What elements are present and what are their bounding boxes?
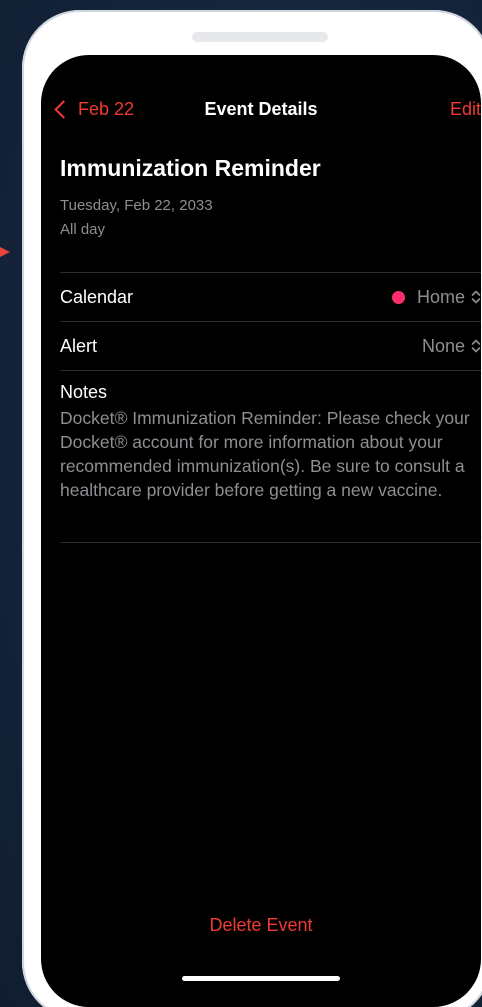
phone-frame: Feb 22 Event Details Edit Immunization R… — [22, 10, 482, 1007]
arrow-right-icon — [0, 244, 10, 260]
alert-value: None — [421, 335, 465, 356]
alert-label: Alert — [60, 335, 98, 356]
calendar-label: Calendar — [60, 286, 134, 307]
delete-event-button[interactable]: Delete Event — [41, 915, 481, 936]
calendar-row[interactable]: Calendar Home — [60, 273, 481, 321]
alert-selector[interactable]: None — [422, 336, 481, 357]
alert-row[interactable]: Alert None — [60, 322, 481, 370]
chevron-up-down-icon — [471, 339, 481, 353]
navigation-bar: Feb 22 Event Details Edit — [41, 55, 481, 165]
chevron-up-down-icon — [471, 290, 481, 304]
event-date: Tuesday, Feb 22, 2033 — [60, 197, 213, 214]
phone-speaker — [192, 32, 328, 42]
notes-label: Notes — [60, 382, 108, 402]
page-background: Feb 22 Event Details Edit Immunization R… — [0, 0, 482, 1007]
edit-button[interactable]: Edit — [450, 99, 481, 120]
calendar-selector[interactable]: Home — [391, 286, 481, 308]
event-title: Immunization Reminder — [60, 155, 321, 181]
divider — [60, 370, 481, 371]
nav-title: Event Details — [204, 99, 318, 119]
calendar-value: Home — [416, 286, 465, 307]
divider — [60, 542, 481, 543]
home-indicator[interactable] — [182, 976, 340, 981]
calendar-color-dot — [391, 290, 405, 304]
event-time: All day — [60, 221, 106, 238]
phone-screen: Feb 22 Event Details Edit Immunization R… — [41, 55, 481, 1007]
notes-text: Docket® Immunization Reminder: Please ch… — [60, 408, 470, 500]
